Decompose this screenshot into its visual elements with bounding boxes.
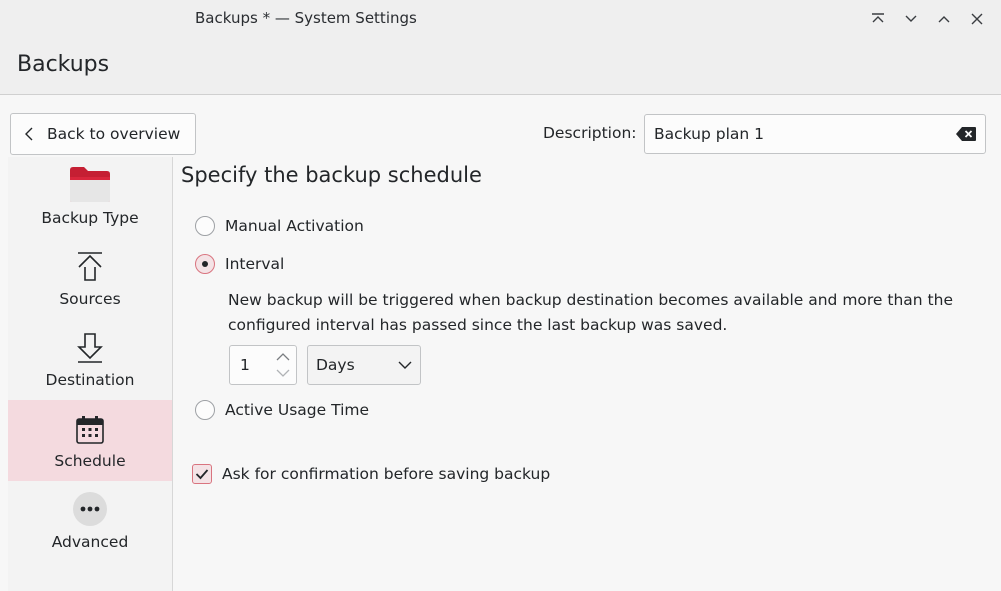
chevron-up-icon[interactable] — [274, 349, 292, 364]
interval-value-spinbox[interactable]: 1 — [229, 345, 297, 385]
ask-confirmation-label: Ask for confirmation before saving backu… — [222, 465, 551, 483]
minimize-icon — [905, 15, 916, 22]
interval-unit-select[interactable]: Days — [307, 345, 421, 385]
ask-confirmation-checkbox[interactable] — [192, 464, 212, 484]
maximize-icon — [938, 16, 949, 23]
maximize-button[interactable] — [927, 8, 960, 30]
section-title: Specify the backup schedule — [181, 163, 482, 187]
back-to-overview-button[interactable]: Back to overview — [10, 113, 196, 155]
sidebar-item-label: Advanced — [51, 533, 129, 551]
upload-icon — [78, 252, 102, 281]
sidebar-item-backup-type[interactable]: Backup Type — [8, 157, 172, 238]
page-title: Backups — [17, 52, 110, 77]
interval-unit-value: Days — [316, 356, 355, 374]
active-usage-time-label: Active Usage Time — [225, 401, 370, 419]
window-titlebar: Backups * — System Settings — [0, 0, 1001, 38]
close-icon — [971, 13, 982, 25]
manual-activation-option[interactable]: Manual Activation — [195, 216, 364, 236]
sidebar-item-label: Destination — [45, 371, 135, 389]
interval-help-text: New backup will be triggered when backup… — [228, 291, 953, 334]
checkmark-icon — [195, 469, 209, 480]
sidebar-item-sources[interactable]: Sources — [8, 238, 172, 319]
close-button[interactable] — [960, 8, 993, 30]
manual-activation-radio[interactable] — [195, 216, 215, 236]
description-input[interactable]: Backup plan 1 — [644, 114, 986, 154]
description-value: Backup plan 1 — [654, 125, 764, 143]
chevron-down-icon — [398, 361, 412, 369]
sidebar-item-destination[interactable]: Destination — [8, 319, 172, 400]
chevron-down-icon[interactable] — [274, 366, 292, 381]
chevron-left-icon — [25, 127, 33, 141]
back-to-overview-label: Back to overview — [47, 125, 181, 143]
sidebar: Backup Type Sources Destination Schedule… — [8, 157, 173, 591]
window-title: Backups * — System Settings — [195, 9, 417, 27]
keep-above-icon — [871, 13, 884, 23]
interval-option[interactable]: Interval — [195, 254, 284, 274]
download-icon — [77, 333, 103, 363]
page-header: Backups — [0, 38, 1001, 95]
sidebar-item-label: Sources — [59, 290, 121, 308]
ask-confirmation-option[interactable]: Ask for confirmation before saving backu… — [192, 464, 550, 484]
clear-text-icon[interactable] — [955, 126, 977, 142]
interval-value: 1 — [240, 356, 250, 374]
calendar-icon — [76, 416, 104, 444]
window-controls — [861, 8, 993, 30]
sidebar-item-label: Backup Type — [41, 209, 139, 227]
sidebar-item-schedule[interactable]: Schedule — [8, 400, 172, 481]
sidebar-item-label: Schedule — [54, 452, 126, 470]
description-label: Description: — [543, 124, 637, 142]
manual-activation-label: Manual Activation — [225, 217, 364, 235]
active-usage-time-radio[interactable] — [195, 400, 215, 420]
sidebar-item-advanced[interactable]: Advanced — [8, 481, 172, 562]
interval-radio[interactable] — [195, 254, 215, 274]
folder-icon — [70, 167, 110, 202]
minimize-button[interactable] — [894, 8, 927, 30]
active-usage-time-option[interactable]: Active Usage Time — [195, 400, 369, 420]
interval-label: Interval — [225, 255, 285, 273]
more-icon — [73, 492, 107, 526]
keep-above-button[interactable] — [861, 8, 894, 30]
